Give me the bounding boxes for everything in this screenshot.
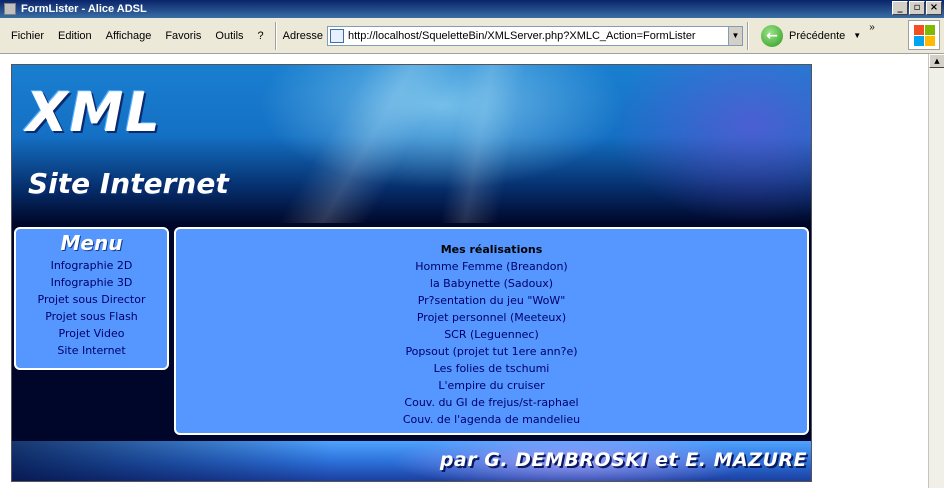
vertical-scrollbar[interactable]: ▲ <box>928 54 944 488</box>
address-label: Adresse <box>282 29 323 42</box>
menu-outils[interactable]: Outils <box>208 30 250 42</box>
site-logo-subtitle: Site Internet <box>28 167 229 200</box>
toolbar-separator <box>747 21 749 50</box>
project-link[interactable]: Couv. du GI de frejus/st-raphael <box>176 394 807 411</box>
site-logo-title: XML <box>26 81 162 144</box>
close-button[interactable]: × <box>926 1 942 15</box>
menu-affichage[interactable]: Affichage <box>99 30 159 42</box>
toolbar-overflow-icon[interactable]: » <box>869 22 875 33</box>
menu-fichier[interactable]: Fichier <box>4 30 51 42</box>
site-header: XML Site Internet <box>12 65 811 223</box>
scroll-up-icon[interactable]: ▲ <box>929 54 944 68</box>
project-link[interactable]: Les folies de tschumi <box>176 360 807 377</box>
footer-credits: par G. DEMBROSKI et E. MAZURE <box>439 449 807 471</box>
menu-help[interactable]: ? <box>251 30 271 42</box>
windows-logo-icon <box>908 20 940 50</box>
window-title-bar[interactable]: FormLister - Alice ADSL _ ▫ × <box>0 0 944 18</box>
page-icon <box>330 28 344 43</box>
menu-panel: Menu Infographie 2D Infographie 3D Proje… <box>14 227 169 370</box>
project-link[interactable]: Homme Femme (Breandon) <box>176 258 807 275</box>
menu-link-director[interactable]: Projet sous Director <box>16 291 167 308</box>
project-link[interactable]: L'empire du cruiser <box>176 377 807 394</box>
project-link[interactable]: la Babynette (Sadoux) <box>176 275 807 292</box>
menu-title: Menu <box>60 231 123 255</box>
menu-bar: Fichier Edition Affichage Favoris Outils… <box>4 30 271 42</box>
content-panel: Mes réalisations Homme Femme (Breandon) … <box>174 227 809 435</box>
project-link[interactable]: Pr?sentation du jeu "WoW" <box>176 292 807 309</box>
address-bar[interactable]: http://localhost/SqueletteBin/XMLServer.… <box>327 25 743 46</box>
address-url[interactable]: http://localhost/SqueletteBin/XMLServer.… <box>348 30 696 42</box>
menu-link-infographie-3d[interactable]: Infographie 3D <box>16 274 167 291</box>
address-dropdown-icon[interactable]: ▼ <box>728 26 742 45</box>
menu-link-site-internet[interactable]: Site Internet <box>16 342 167 359</box>
page-viewport: XML Site Internet Menu Infographie 2D In… <box>0 54 928 488</box>
project-link[interactable]: Couv. de l'agenda de mandelieu <box>176 411 807 428</box>
back-arrow-icon: ← <box>761 24 783 47</box>
menu-link-infographie-2d[interactable]: Infographie 2D <box>16 257 167 274</box>
menu-link-video[interactable]: Projet Video <box>16 325 167 342</box>
project-list: Homme Femme (Breandon) la Babynette (Sad… <box>176 258 807 428</box>
menu-link-flash[interactable]: Projet sous Flash <box>16 308 167 325</box>
back-dropdown-icon[interactable]: ▼ <box>853 31 861 40</box>
menu-favoris[interactable]: Favoris <box>158 30 208 42</box>
project-link[interactable]: SCR (Leguennec) <box>176 326 807 343</box>
site-footer: par G. DEMBROSKI et E. MAZURE <box>12 441 811 481</box>
toolbar-separator <box>274 21 277 50</box>
window-controls: _ ▫ × <box>892 1 942 15</box>
minimize-button[interactable]: _ <box>892 1 908 15</box>
project-link[interactable]: Projet personnel (Meeteux) <box>176 309 807 326</box>
content-title: Mes réalisations <box>440 243 543 256</box>
menu-list: Infographie 2D Infographie 3D Projet sou… <box>16 257 167 359</box>
window-title: FormLister - Alice ADSL <box>21 3 147 15</box>
menu-edition[interactable]: Edition <box>51 30 99 42</box>
browser-toolbar: Fichier Edition Affichage Favoris Outils… <box>0 18 944 54</box>
maximize-button[interactable]: ▫ <box>909 1 925 15</box>
ie-app-icon <box>4 3 16 15</box>
project-link[interactable]: Popsout (projet tut 1ere ann?e) <box>176 343 807 360</box>
back-button-label: Précédente <box>789 29 846 42</box>
site-frame: XML Site Internet Menu Infographie 2D In… <box>11 64 812 482</box>
back-button[interactable]: ← Précédente ▼ <box>761 24 861 47</box>
